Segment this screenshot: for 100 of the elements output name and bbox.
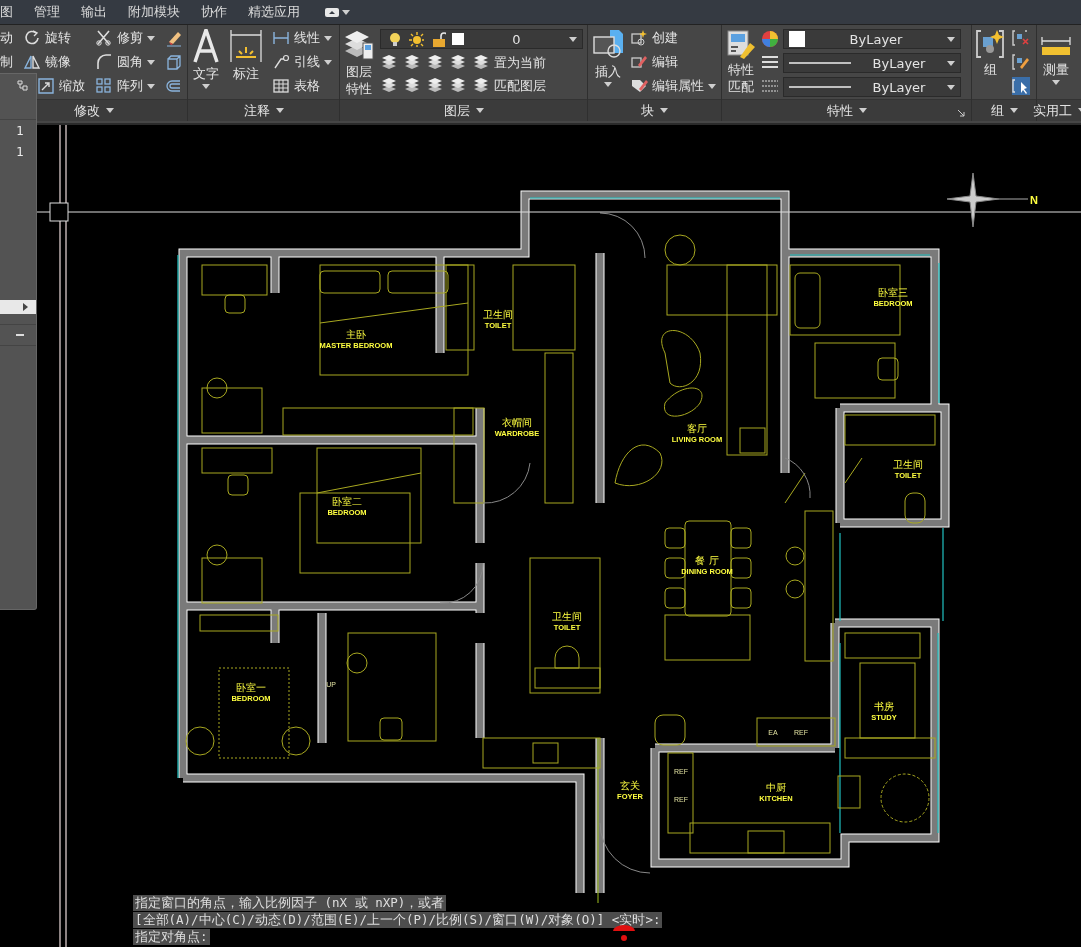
create-block-button[interactable]: 创建 xyxy=(630,29,716,47)
array-button[interactable]: 阵列 xyxy=(95,77,155,95)
caret-icon xyxy=(858,108,867,113)
room-label: 主卧 xyxy=(346,328,366,340)
group-select-button[interactable] xyxy=(1012,77,1030,95)
mirror-button[interactable]: 镜像 xyxy=(23,53,85,71)
measure-button[interactable]: 测量 xyxy=(1041,29,1071,85)
scroll-row[interactable] xyxy=(0,300,36,314)
caret-icon xyxy=(105,108,114,113)
group-edit-button[interactable] xyxy=(1012,53,1030,71)
lineweight-dropdown[interactable]: ByLayer xyxy=(783,77,961,97)
list-value: 1 xyxy=(15,122,25,140)
scale-button[interactable]: 缩放 xyxy=(37,77,85,95)
sun-icon xyxy=(408,31,424,47)
layer-stack-icon xyxy=(449,54,467,72)
layer-stack-icon xyxy=(403,77,421,95)
room-label: 卫生间 xyxy=(893,458,923,470)
ribbon-tab[interactable]: 管理 xyxy=(34,3,60,21)
edit-attributes-button[interactable]: 编辑属性 xyxy=(630,77,716,95)
insert-button[interactable]: 插入 xyxy=(592,29,624,87)
fillet-icon xyxy=(95,53,113,71)
layer-tool-button[interactable] xyxy=(426,54,444,72)
layer-tool-button[interactable] xyxy=(403,54,421,72)
copy-button[interactable]: 制 xyxy=(0,53,13,71)
layer-dropdown[interactable]: 0 xyxy=(380,29,583,49)
eraser-button[interactable] xyxy=(165,29,183,47)
command-line-text: 指定窗口的角点，输入比例因子 (nX 或 nXP)，或者 xyxy=(133,895,447,911)
offset-button[interactable] xyxy=(165,77,183,95)
scale-icon xyxy=(37,77,55,95)
move-button[interactable]: 动 xyxy=(0,29,13,47)
edit-block-button[interactable]: 编辑 xyxy=(630,53,716,71)
set-current-button[interactable]: 置为当前 xyxy=(472,54,546,72)
caret-icon xyxy=(202,84,210,89)
ungroup-button[interactable] xyxy=(1012,29,1030,47)
layer-tool-button[interactable] xyxy=(426,77,444,95)
caret-icon xyxy=(947,36,955,42)
ribbon-tab[interactable]: 输出 xyxy=(81,3,107,21)
text-button[interactable]: 文字 xyxy=(192,29,220,89)
caret-icon xyxy=(569,36,577,42)
trim-button[interactable]: 修剪 xyxy=(95,29,155,47)
block-create-icon xyxy=(630,29,648,47)
layers-icon xyxy=(344,29,374,61)
caret-icon xyxy=(1009,108,1018,113)
dialog-launcher-button[interactable] xyxy=(958,110,965,117)
fillet-button[interactable]: 圆角 xyxy=(95,53,155,71)
room-label: 玄关 xyxy=(620,779,640,791)
caret-icon xyxy=(147,59,155,65)
color-wheel-icon xyxy=(761,30,779,48)
cube-button[interactable] xyxy=(165,53,183,71)
panel-title-button[interactable]: 实用工 xyxy=(1032,101,1081,120)
layer-stack-icon xyxy=(403,54,421,72)
layer-tool-button[interactable] xyxy=(449,54,467,72)
tree-icon xyxy=(17,80,28,91)
dimension-button[interactable]: 标注 xyxy=(230,29,262,82)
padlock-icon xyxy=(430,31,446,47)
dimension-icon xyxy=(230,29,262,63)
panel-title-button[interactable]: 特性 xyxy=(826,101,867,120)
room-label: 卧室三 xyxy=(878,286,908,298)
caret-icon xyxy=(660,108,668,113)
ribbon-tab[interactable]: 图 xyxy=(0,3,13,21)
layer-stack-icon xyxy=(426,54,444,72)
layer-stack-icon xyxy=(380,77,398,95)
ribbon-tab[interactable]: 协作 xyxy=(201,3,227,21)
match-layer-button[interactable]: 匹配图层 xyxy=(472,77,546,95)
trim-icon xyxy=(95,29,113,47)
caret-icon xyxy=(1052,80,1060,85)
mirror-icon xyxy=(23,53,41,71)
match-properties-icon xyxy=(726,29,756,59)
room-label: 中厨 xyxy=(766,781,786,793)
group-button[interactable]: 组 xyxy=(976,29,1004,78)
panel-title-button[interactable]: 图层 xyxy=(443,101,484,120)
room-label: 卫生间 xyxy=(483,308,513,320)
layer-tool-button[interactable] xyxy=(449,77,467,95)
room-label: 卧室一 xyxy=(236,681,266,693)
panel-title-button[interactable]: 修改 xyxy=(73,101,114,120)
line-sample-icon xyxy=(789,85,851,89)
table-button[interactable]: 表格 xyxy=(272,77,332,95)
layer-tool-button[interactable] xyxy=(380,54,398,72)
layer-tool-button[interactable] xyxy=(380,77,398,95)
layer-stack-icon xyxy=(380,54,398,72)
color-dropdown[interactable]: ByLayer xyxy=(783,29,961,49)
layer-tool-button[interactable] xyxy=(403,77,421,95)
ribbon-tab[interactable]: 附加模块 xyxy=(128,3,180,21)
ribbon-tab[interactable]: 精选应用 xyxy=(248,3,300,21)
caret-icon xyxy=(947,60,955,66)
ribbon-toggle-button[interactable] xyxy=(325,7,350,17)
layer-stack-icon xyxy=(472,77,490,95)
caret-icon xyxy=(604,82,612,87)
linear-button[interactable]: 线性 xyxy=(272,29,332,47)
linetype-dropdown[interactable]: ByLayer xyxy=(783,53,961,73)
rotate-button[interactable]: 旋转 xyxy=(23,29,85,47)
table-dim-icon xyxy=(272,77,290,95)
north-label: N xyxy=(1030,193,1038,206)
layer-properties-button[interactable]: 图层特性 xyxy=(344,29,374,97)
panel-title-button[interactable]: 块 xyxy=(641,101,668,120)
insert-block-icon xyxy=(592,29,624,61)
leader-button[interactable]: 引线 xyxy=(272,53,332,71)
linear-dim-icon xyxy=(272,29,290,47)
match-properties-button[interactable]: 特性匹配 xyxy=(726,29,756,95)
rotate-icon xyxy=(23,29,41,47)
